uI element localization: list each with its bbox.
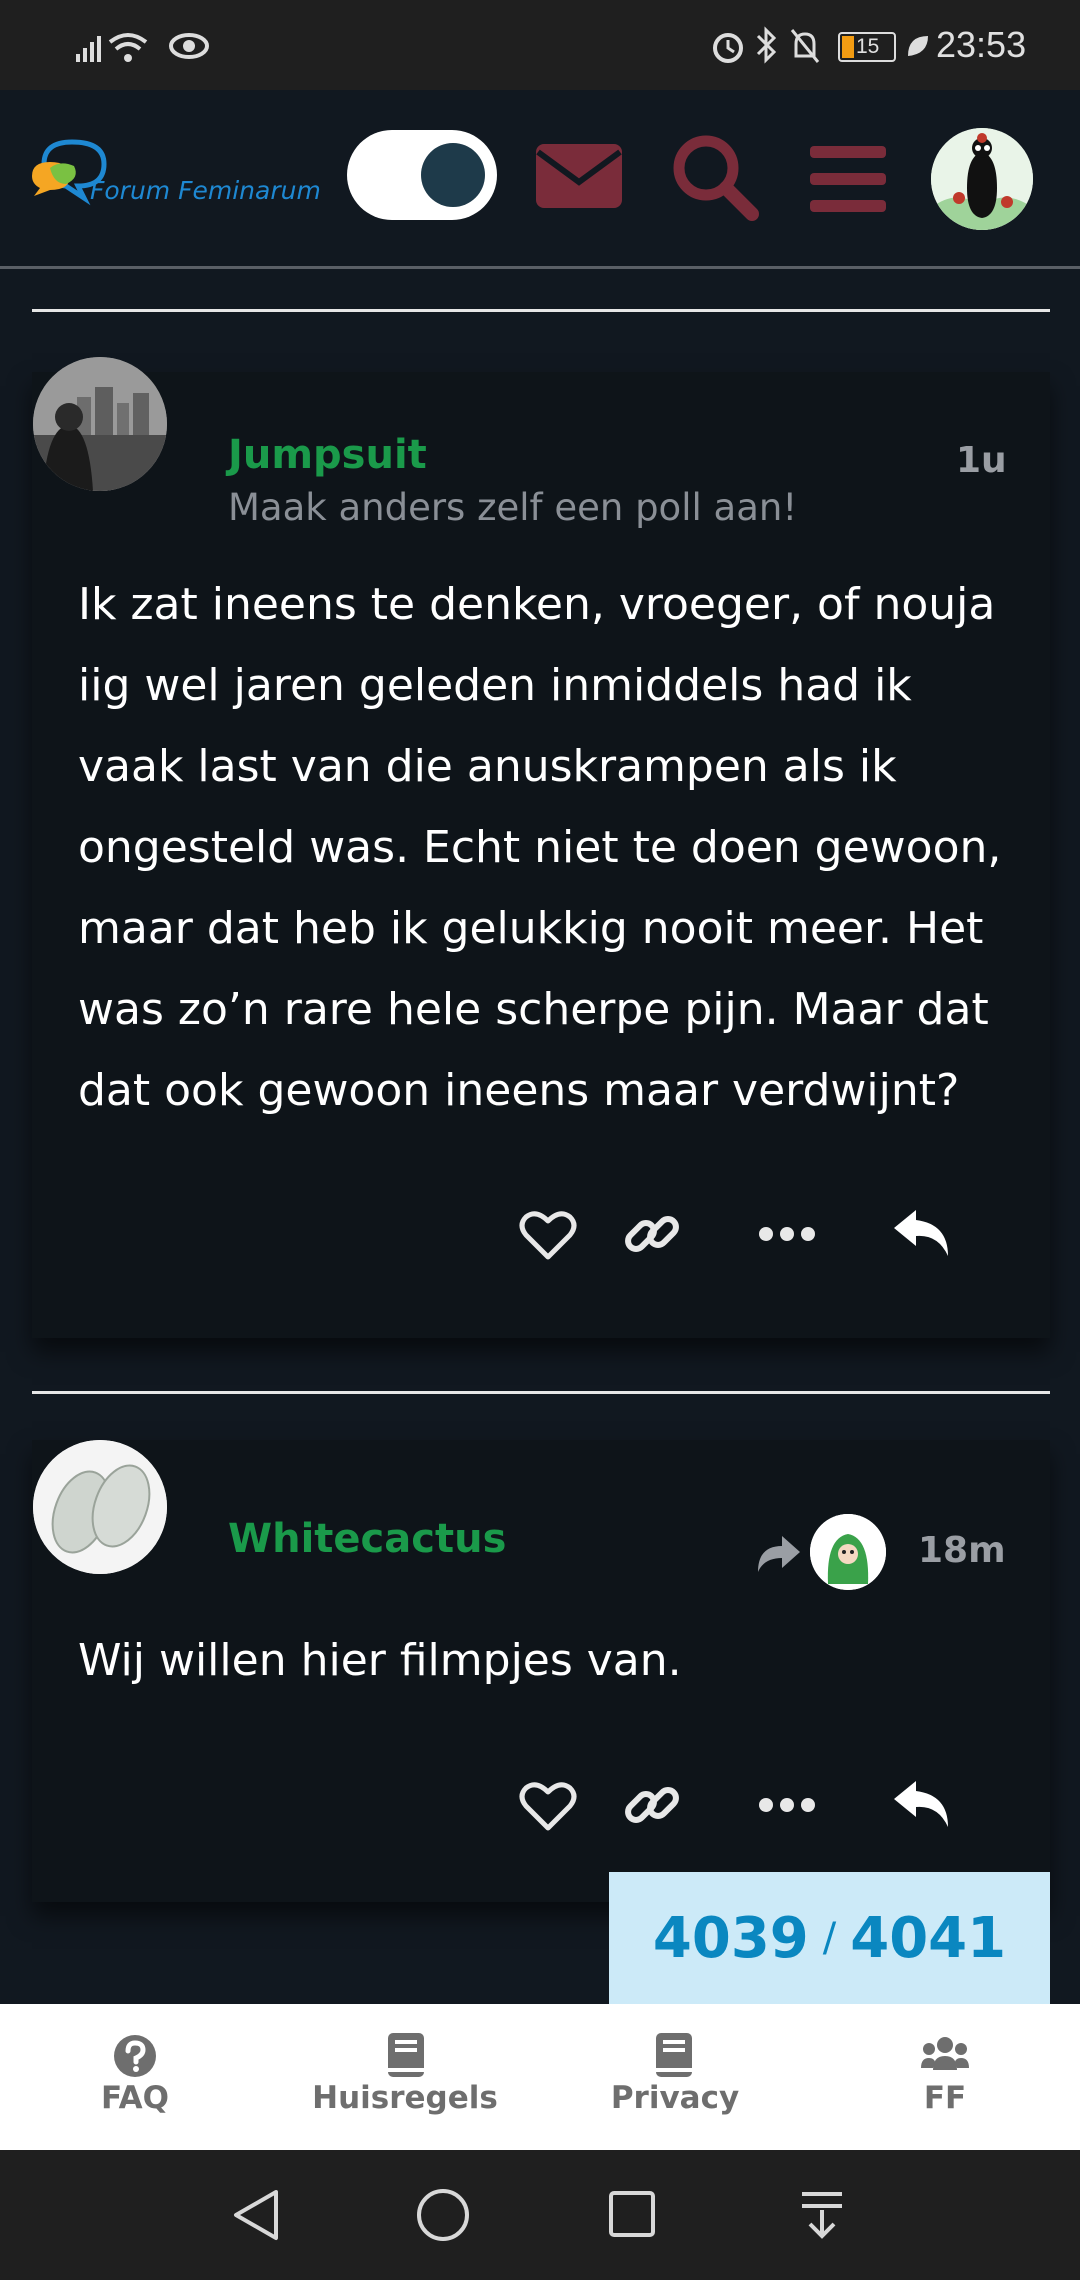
bottom-nav: FAQ Huisregels Privacy FF: [0, 2004, 1080, 2150]
system-nav-bar: [0, 2150, 1080, 2280]
more-icon[interactable]: [758, 1795, 816, 1815]
post-line: was zo’n rare hele scherpe pijn. Maar da…: [78, 984, 989, 1035]
envelope-icon[interactable]: [534, 142, 624, 210]
nav-item-faq[interactable]: FAQ: [25, 2004, 245, 2150]
user-avatar[interactable]: [931, 128, 1033, 230]
bluetooth-icon: [756, 26, 777, 64]
nav-label: FF: [923, 2080, 967, 2116]
battery-icon: 15: [838, 32, 896, 62]
back-icon[interactable]: [232, 2188, 280, 2242]
book-icon: [388, 2033, 424, 2077]
post-line: ongesteld was. Echt niet te doen gewoon,: [78, 822, 1002, 873]
menu-icon[interactable]: [808, 144, 888, 214]
alarm-icon: [713, 33, 743, 63]
post-body: Wij willen hier filmpjes van.: [78, 1635, 682, 1686]
nav-label: Privacy: [610, 2080, 740, 2116]
site-header: Forum Feminarum: [0, 90, 1080, 269]
post-avatar[interactable]: [33, 357, 167, 491]
reply-icon[interactable]: [892, 1779, 952, 1831]
post-age[interactable]: 1u: [956, 440, 1007, 481]
reply-icon[interactable]: [892, 1208, 952, 1260]
post-divider: [32, 1391, 1050, 1394]
home-icon[interactable]: [416, 2188, 470, 2242]
post-divider: [32, 309, 1050, 312]
more-icon[interactable]: [758, 1224, 816, 1244]
question-icon: [114, 2035, 156, 2077]
notifications-down-icon[interactable]: [800, 2190, 844, 2240]
post-line: vaak last van die anuskrampen als ik: [78, 741, 897, 792]
book-icon: [656, 2033, 692, 2077]
users-icon: [921, 2037, 969, 2070]
status-bar: 15 23:53: [0, 0, 1080, 90]
post-username[interactable]: Jumpsuit: [228, 432, 427, 478]
search-icon[interactable]: [670, 132, 760, 222]
post-age[interactable]: 18m: [918, 1530, 1006, 1571]
eye-icon: [169, 33, 209, 59]
counter-separator: /: [822, 1915, 837, 1961]
post-avatar[interactable]: [33, 1440, 167, 1574]
nav-item-huisregels[interactable]: Huisregels: [295, 2004, 515, 2150]
reply-to-avatar[interactable]: [810, 1514, 886, 1590]
counter-current: 4039: [652, 1905, 809, 1971]
counter-total: 4041: [850, 1905, 1007, 1971]
post-username[interactable]: Whitecactus: [228, 1516, 506, 1562]
link-icon[interactable]: [622, 1775, 682, 1835]
post-line: Ik zat ineens te denken, vroeger, of nou…: [78, 579, 996, 630]
battery-level: 15: [856, 35, 880, 58]
heart-icon[interactable]: [518, 1207, 578, 1263]
logo-text: Forum Feminarum: [90, 176, 321, 205]
nav-item-ff[interactable]: FF: [835, 2004, 1055, 2150]
forum-logo[interactable]: Forum Feminarum: [30, 134, 330, 224]
heart-icon[interactable]: [518, 1778, 578, 1834]
post-body: Ik zat ineens te denken, vroeger, of nou…: [78, 564, 1038, 1131]
signal-wifi-icons: [76, 33, 148, 62]
link-icon[interactable]: [622, 1204, 682, 1264]
post-user-title: Maak anders zelf een poll aan!: [228, 486, 798, 529]
bell-off-icon: [790, 29, 820, 63]
post-line: maar dat heb ik gelukkig nooit meer. Het: [78, 903, 984, 954]
recents-icon[interactable]: [608, 2190, 656, 2238]
post-line: iig wel jaren geleden inmiddels had ik: [78, 660, 912, 711]
nav-label: Huisregels: [312, 2080, 498, 2116]
leaf-icon: [908, 36, 928, 56]
theme-toggle[interactable]: [347, 130, 497, 220]
post-counter[interactable]: 4039 / 4041: [609, 1872, 1050, 2004]
nav-item-privacy[interactable]: Privacy: [565, 2004, 785, 2150]
reply-to-arrow-icon[interactable]: [756, 1534, 802, 1574]
nav-label: FAQ: [101, 2080, 169, 2116]
clock: 23:53: [936, 24, 1027, 65]
toggle-knob: [421, 143, 485, 207]
post-line: dat ook gewoon ineens maar verdwijnt?: [78, 1065, 960, 1116]
